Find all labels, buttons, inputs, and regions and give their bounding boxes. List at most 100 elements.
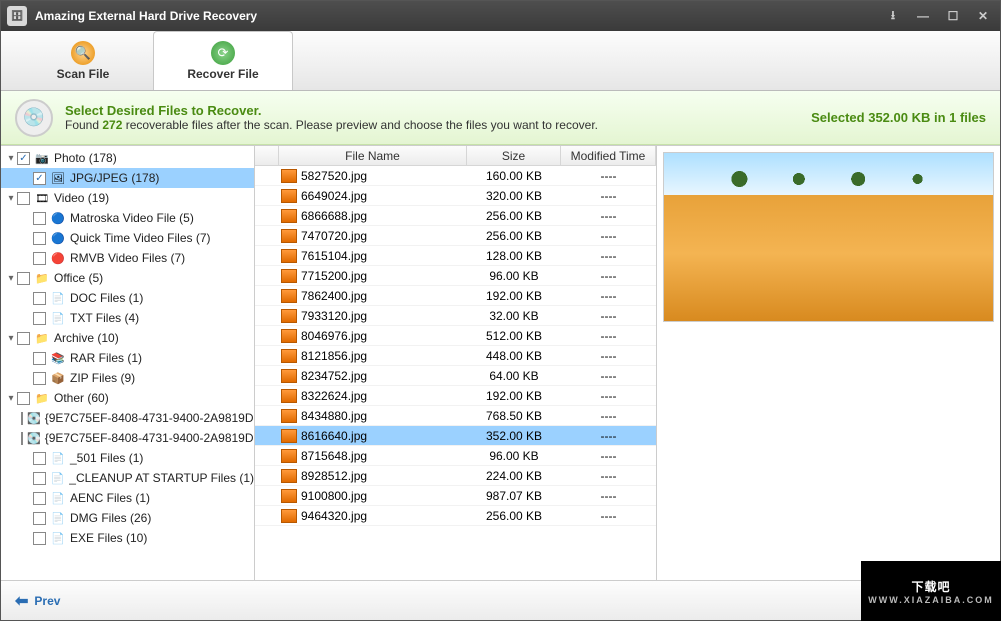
twisty-icon[interactable]: ▾ bbox=[5, 393, 17, 404]
file-row[interactable]: 7470720.jpg256.00 KB---- bbox=[255, 226, 656, 246]
tree-item-icon: 📄 bbox=[50, 530, 66, 546]
file-row[interactable]: 8234752.jpg64.00 KB---- bbox=[255, 366, 656, 386]
prev-button[interactable]: ⬅ Prev bbox=[15, 591, 60, 611]
file-row[interactable]: 9100800.jpg987.07 KB---- bbox=[255, 486, 656, 506]
tree-office[interactable]: ▾📁Office (5) bbox=[1, 268, 254, 288]
file-row[interactable]: 8322624.jpg192.00 KB---- bbox=[255, 386, 656, 406]
recover-file-tab[interactable]: ⟳ Recover File bbox=[153, 31, 293, 90]
file-row[interactable]: 7862400.jpg192.00 KB---- bbox=[255, 286, 656, 306]
header-checkbox-col[interactable] bbox=[255, 146, 279, 165]
file-row[interactable]: 8434880.jpg768.50 KB---- bbox=[255, 406, 656, 426]
file-row[interactable]: 8928512.jpg224.00 KB---- bbox=[255, 466, 656, 486]
file-name: 7470720.jpg bbox=[301, 229, 367, 243]
tree-checkbox[interactable] bbox=[17, 192, 30, 205]
tree-aenc[interactable]: 📄AENC Files (1) bbox=[1, 488, 254, 508]
tree-checkbox[interactable] bbox=[33, 492, 46, 505]
recover-file-label: Recover File bbox=[187, 67, 258, 81]
tree-item-label: Office (5) bbox=[54, 271, 103, 285]
tree-mkv[interactable]: 🔵Matroska Video File (5) bbox=[1, 208, 254, 228]
tree-jpg[interactable]: 🖼JPG/JPEG (178) bbox=[1, 168, 254, 188]
file-row[interactable]: 8715648.jpg96.00 KB---- bbox=[255, 446, 656, 466]
tree-checkbox[interactable] bbox=[33, 452, 46, 465]
title-bar: 🗄 Amazing External Hard Drive Recovery ⭳… bbox=[1, 1, 1000, 31]
twisty-icon[interactable]: ▾ bbox=[5, 193, 17, 204]
status-banner: 💿 Select Desired Files to Recover. Found… bbox=[1, 91, 1000, 145]
tree-checkbox[interactable] bbox=[33, 292, 46, 305]
tree-dmg[interactable]: 📄DMG Files (26) bbox=[1, 508, 254, 528]
minimize-button[interactable]: — bbox=[910, 7, 936, 25]
file-name: 6866688.jpg bbox=[301, 209, 367, 223]
tree-checkbox[interactable] bbox=[33, 252, 46, 265]
twisty-icon[interactable]: ▾ bbox=[5, 333, 17, 344]
tree-checkbox[interactable] bbox=[33, 532, 46, 545]
tree-item-icon: 📄 bbox=[50, 510, 66, 526]
file-mtime: ---- bbox=[561, 289, 656, 303]
tree-checkbox[interactable] bbox=[33, 372, 46, 385]
tree-cleanup[interactable]: 📄_CLEANUP AT STARTUP Files (1) bbox=[1, 468, 254, 488]
tree-checkbox[interactable] bbox=[17, 152, 30, 165]
tree-photo[interactable]: ▾📷Photo (178) bbox=[1, 148, 254, 168]
tree-item-label: RMVB Video Files (7) bbox=[70, 251, 185, 265]
tree-checkbox[interactable] bbox=[33, 512, 46, 525]
tree-checkbox[interactable] bbox=[33, 212, 46, 225]
tree-checkbox[interactable] bbox=[33, 472, 46, 485]
maximize-button[interactable]: ☐ bbox=[940, 7, 966, 25]
file-row[interactable]: 7715200.jpg96.00 KB---- bbox=[255, 266, 656, 286]
tree-checkbox[interactable] bbox=[17, 272, 30, 285]
tree-checkbox[interactable] bbox=[33, 312, 46, 325]
twisty-icon[interactable]: ▾ bbox=[5, 153, 17, 164]
file-size: 987.07 KB bbox=[467, 489, 561, 503]
file-row[interactable]: 8046976.jpg512.00 KB---- bbox=[255, 326, 656, 346]
tree-checkbox[interactable] bbox=[33, 352, 46, 365]
file-list-header: File Name Size Modified Time bbox=[255, 146, 656, 166]
tree-exe[interactable]: 📄EXE Files (10) bbox=[1, 528, 254, 548]
tree-txt[interactable]: 📄TXT Files (4) bbox=[1, 308, 254, 328]
tree-doc[interactable]: 📄DOC Files (1) bbox=[1, 288, 254, 308]
file-list[interactable]: 5827520.jpg160.00 KB----6649024.jpg320.0… bbox=[255, 166, 656, 580]
tree-501[interactable]: 📄_501 Files (1) bbox=[1, 448, 254, 468]
app-icon: 🗄 bbox=[7, 6, 27, 26]
file-mtime: ---- bbox=[561, 409, 656, 423]
file-row[interactable]: 8616640.jpg352.00 KB---- bbox=[255, 426, 656, 446]
scan-file-tab[interactable]: 🔍 Scan File bbox=[13, 31, 153, 90]
tree-checkbox[interactable] bbox=[17, 332, 30, 345]
file-row[interactable]: 6866688.jpg256.00 KB---- bbox=[255, 206, 656, 226]
twisty-icon[interactable]: ▾ bbox=[5, 273, 17, 284]
file-row[interactable]: 7615104.jpg128.00 KB---- bbox=[255, 246, 656, 266]
header-size[interactable]: Size bbox=[467, 146, 561, 165]
tree-checkbox[interactable] bbox=[33, 232, 46, 245]
header-modified[interactable]: Modified Time bbox=[561, 146, 656, 165]
file-name: 8434880.jpg bbox=[301, 409, 367, 423]
tree-archive[interactable]: ▾📁Archive (10) bbox=[1, 328, 254, 348]
file-row[interactable]: 6649024.jpg320.00 KB---- bbox=[255, 186, 656, 206]
tree-other[interactable]: ▾📁Other (60) bbox=[1, 388, 254, 408]
file-row[interactable]: 7933120.jpg32.00 KB---- bbox=[255, 306, 656, 326]
file-mtime: ---- bbox=[561, 169, 656, 183]
tree-guid2[interactable]: 💽{9E7C75EF-8408-4731-9400-2A9819D198 bbox=[1, 428, 254, 448]
category-tree[interactable]: ▾📷Photo (178)🖼JPG/JPEG (178)▾🎞Video (19)… bbox=[1, 146, 255, 580]
tree-checkbox[interactable] bbox=[33, 172, 46, 185]
app-window: 🗄 Amazing External Hard Drive Recovery ⭳… bbox=[0, 0, 1001, 621]
file-row[interactable]: 5827520.jpg160.00 KB---- bbox=[255, 166, 656, 186]
file-mtime: ---- bbox=[561, 389, 656, 403]
header-filename[interactable]: File Name bbox=[279, 146, 467, 165]
tree-guid1[interactable]: 💽{9E7C75EF-8408-4731-9400-2A9819D198 bbox=[1, 408, 254, 428]
tree-checkbox[interactable] bbox=[21, 432, 23, 445]
tree-rmvb[interactable]: 🔴RMVB Video Files (7) bbox=[1, 248, 254, 268]
tree-checkbox[interactable] bbox=[17, 392, 30, 405]
tree-qt[interactable]: 🔵Quick Time Video Files (7) bbox=[1, 228, 254, 248]
tree-checkbox[interactable] bbox=[21, 412, 23, 425]
close-button[interactable]: ✕ bbox=[970, 7, 996, 25]
file-name: 5827520.jpg bbox=[301, 169, 367, 183]
footer: ⬅ Prev bbox=[1, 580, 1000, 620]
file-row[interactable]: 8121856.jpg448.00 KB---- bbox=[255, 346, 656, 366]
file-mtime: ---- bbox=[561, 469, 656, 483]
file-name: 9464320.jpg bbox=[301, 509, 367, 523]
file-size: 256.00 KB bbox=[467, 509, 561, 523]
tree-item-icon: 📁 bbox=[34, 330, 50, 346]
tree-zip[interactable]: 📦ZIP Files (9) bbox=[1, 368, 254, 388]
tree-rar[interactable]: 📚RAR Files (1) bbox=[1, 348, 254, 368]
download-icon[interactable]: ⭳ bbox=[880, 7, 906, 25]
tree-video[interactable]: ▾🎞Video (19) bbox=[1, 188, 254, 208]
file-row[interactable]: 9464320.jpg256.00 KB---- bbox=[255, 506, 656, 526]
